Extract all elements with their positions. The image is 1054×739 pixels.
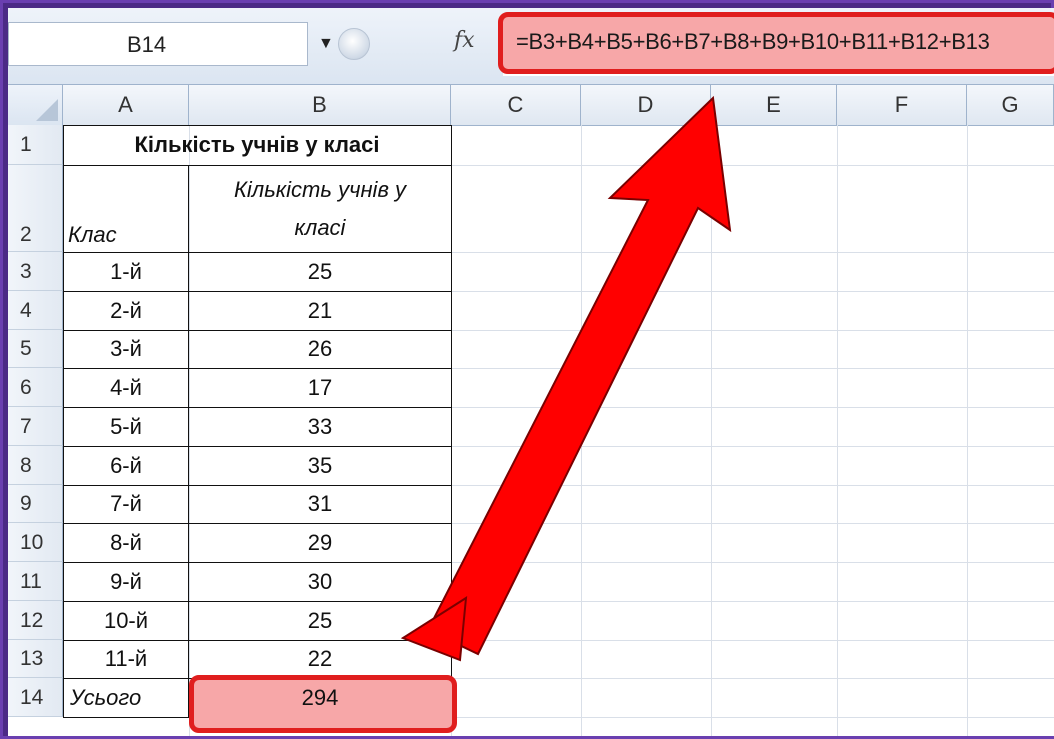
class-cell[interactable]: 1-й bbox=[63, 252, 189, 291]
row-header-7[interactable]: 7 bbox=[8, 407, 63, 446]
count-cell[interactable]: 35 bbox=[189, 446, 451, 485]
class-cell[interactable]: 5-й bbox=[63, 407, 189, 446]
class-cell[interactable]: 10-й bbox=[63, 601, 189, 640]
select-all-icon bbox=[36, 99, 58, 121]
class-cell[interactable]: 9-й bbox=[63, 562, 189, 601]
insert-function-dialog-button-icon[interactable] bbox=[338, 28, 370, 60]
class-cell[interactable]: 2-й bbox=[63, 291, 189, 330]
grid-line bbox=[711, 125, 712, 736]
row-header-12[interactable]: 12 bbox=[8, 601, 63, 640]
row-header-5[interactable]: 5 bbox=[8, 330, 63, 368]
arrow-body bbox=[426, 95, 732, 656]
class-cell[interactable]: 7-й bbox=[63, 485, 189, 523]
count-cell[interactable]: 26 bbox=[189, 330, 451, 368]
grid-line bbox=[967, 125, 968, 736]
column-header-row: A B C D E F G bbox=[8, 85, 1054, 126]
row-header-3[interactable]: 3 bbox=[8, 252, 63, 291]
count-cell[interactable]: 30 bbox=[189, 562, 451, 601]
count-cell[interactable]: 25 bbox=[189, 601, 451, 640]
count-cell[interactable]: 31 bbox=[189, 485, 451, 523]
formula-bar: B14 ▼ fx =B3+B4+B5+B6+B7+B8+B9+B10+B11+B… bbox=[8, 8, 1054, 85]
count-cell[interactable]: 17 bbox=[189, 368, 451, 407]
class-cell[interactable]: 11-й bbox=[63, 640, 189, 678]
row-header-8[interactable]: 8 bbox=[8, 446, 63, 485]
name-box-value: B14 bbox=[127, 32, 167, 57]
row-header-6[interactable]: 6 bbox=[8, 368, 63, 407]
count-cell[interactable]: 21 bbox=[189, 291, 451, 330]
row-header-11[interactable]: 11 bbox=[8, 562, 63, 601]
class-cell[interactable]: 3-й bbox=[63, 330, 189, 368]
column-header-e[interactable]: E bbox=[711, 85, 837, 125]
row-header-9[interactable]: 9 bbox=[8, 485, 63, 523]
column-header-a[interactable]: A bbox=[63, 85, 189, 125]
table-title-cell[interactable]: Кількість учнів у класі bbox=[63, 125, 451, 165]
row-header-4[interactable]: 4 bbox=[8, 291, 63, 330]
row-header-1[interactable]: 1 bbox=[8, 125, 63, 165]
name-box[interactable]: B14 bbox=[8, 22, 308, 66]
formula-text[interactable]: =B3+B4+B5+B6+B7+B8+B9+B10+B11+B12+B13 bbox=[516, 29, 990, 55]
select-all-corner[interactable] bbox=[8, 85, 63, 125]
chevron-down-icon[interactable]: ▼ bbox=[318, 35, 334, 53]
fx-icon[interactable]: fx bbox=[454, 28, 475, 53]
column-header-c[interactable]: C bbox=[451, 85, 581, 125]
column-header-b[interactable]: B bbox=[189, 85, 451, 125]
count-cell[interactable]: 29 bbox=[189, 523, 451, 562]
column-header-g[interactable]: G bbox=[967, 85, 1054, 125]
grid-line bbox=[581, 125, 582, 736]
count-cell[interactable]: 22 bbox=[189, 640, 451, 678]
header-count-line1[interactable]: Кількість учнів у bbox=[189, 170, 451, 210]
total-value-cell[interactable]: 294 bbox=[189, 678, 451, 717]
count-cell[interactable]: 25 bbox=[189, 252, 451, 291]
total-label-cell[interactable]: Усього bbox=[70, 678, 189, 717]
column-header-d[interactable]: D bbox=[581, 85, 711, 125]
grid-line bbox=[837, 125, 838, 736]
class-cell[interactable]: 4-й bbox=[63, 368, 189, 407]
class-cell[interactable]: 6-й bbox=[63, 446, 189, 485]
class-cell[interactable]: 8-й bbox=[63, 523, 189, 562]
column-header-f[interactable]: F bbox=[837, 85, 967, 125]
row-header-2[interactable]: 2 bbox=[8, 165, 63, 252]
spreadsheet-window: B14 ▼ fx =B3+B4+B5+B6+B7+B8+B9+B10+B11+B… bbox=[8, 8, 1054, 736]
row-header-13[interactable]: 13 bbox=[8, 640, 63, 678]
count-cell[interactable]: 33 bbox=[189, 407, 451, 446]
header-class-cell[interactable]: Клас bbox=[68, 165, 188, 252]
row-header-14[interactable]: 14 bbox=[8, 678, 63, 717]
header-count-line2[interactable]: класі bbox=[189, 208, 451, 248]
row-header-10[interactable]: 10 bbox=[8, 523, 63, 562]
